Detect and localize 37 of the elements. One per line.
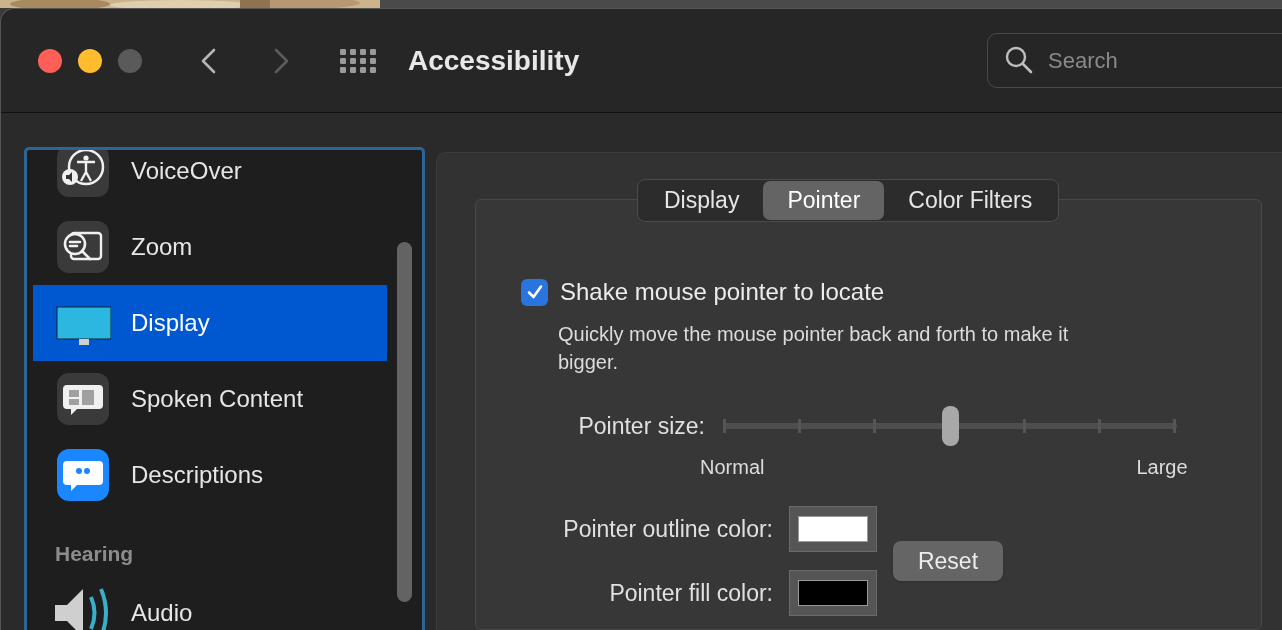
sidebar-item[interactable]: Audio [33,575,387,630]
slider-track[interactable] [723,406,1177,446]
sidebar-item[interactable]: Spoken Content [33,361,387,437]
sidebar-item[interactable]: Zoom [33,209,387,285]
slider-thumb[interactable] [941,406,959,446]
scrollbar-thumb[interactable] [397,242,412,602]
sidebar-item[interactable]: VoiceOver [33,150,387,209]
search-icon [1005,46,1033,74]
search-field[interactable]: Search [987,33,1282,88]
checkbox[interactable] [521,278,548,306]
description-text: Quickly move the mouse pointer back and forth to make it bigger. [558,322,1070,375]
checkbox-label: Shake mouse pointer to locate [560,277,885,307]
sidebar-item[interactable]: Descriptions [33,437,387,513]
slider-min-label: Normal [700,455,765,480]
tab[interactable]: Color Filters [884,181,1057,220]
person-icon [55,150,111,199]
section-header: Hearing [54,540,135,567]
speech-bubble-icon [55,371,111,427]
slider-max-label: Large [1136,455,1188,480]
grid-icon[interactable] [340,48,378,73]
close-button[interactable] [38,48,62,73]
magnifier-icon [55,219,111,275]
speaker-icon [55,585,111,630]
sidebar-item[interactable]: Display [33,285,387,361]
color-well[interactable] [789,506,877,552]
checkmark-icon [525,283,544,301]
color-label: Pointer fill color: [608,578,773,608]
back-icon[interactable] [200,47,217,74]
tab[interactable]: Display [640,181,764,220]
tab[interactable]: Pointer [763,181,885,220]
window-title: Accessibility [408,43,580,78]
minimize-button[interactable] [78,48,102,73]
color-well[interactable] [789,570,877,616]
quote-bubble-icon [55,447,111,503]
reset-button[interactable]: Reset [893,541,1003,581]
color-label: Pointer outline color: [562,514,773,544]
slider-label: Pointer size: [577,411,705,441]
